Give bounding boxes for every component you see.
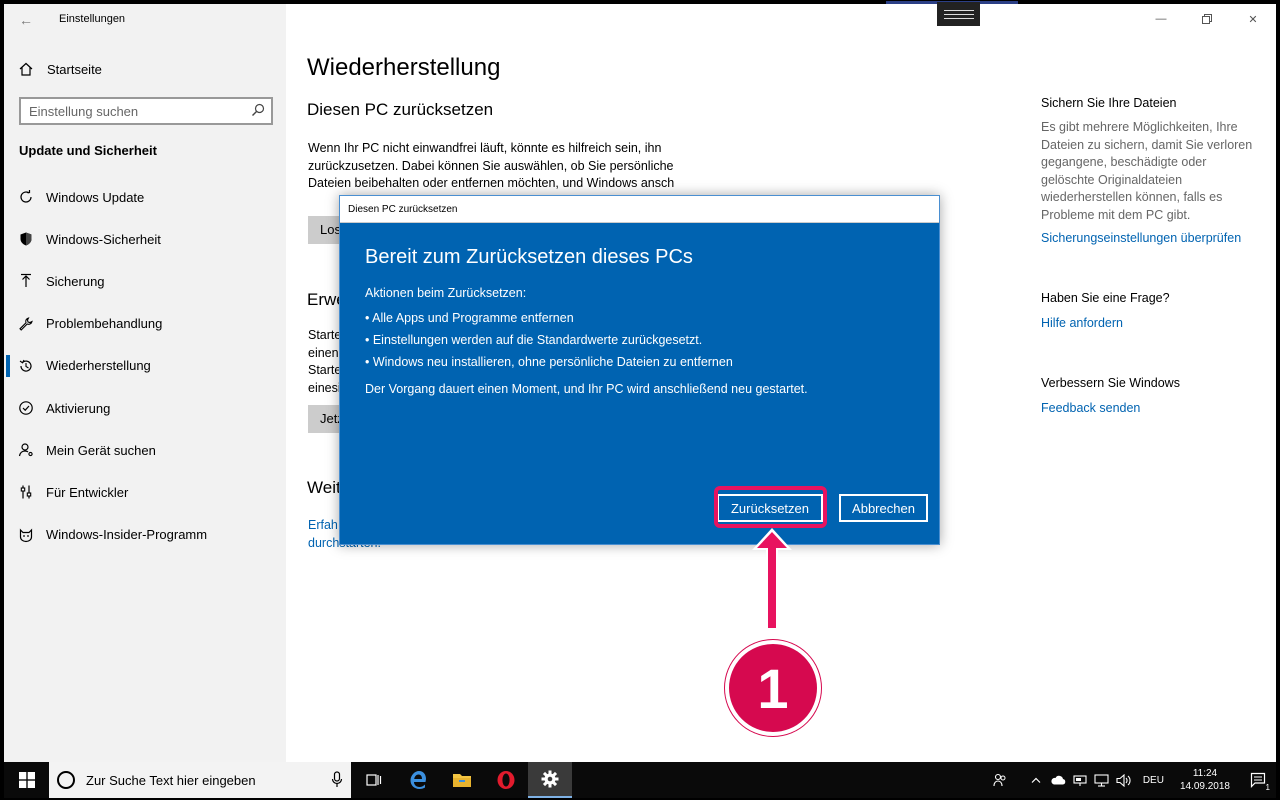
close-icon[interactable]: ✕ xyxy=(1230,4,1276,34)
list-item: • Einstellungen werden auf die Standardw… xyxy=(365,333,703,347)
sidebar-home-label: Startseite xyxy=(47,61,102,77)
sidebar-item-label: Aktivierung xyxy=(46,400,111,416)
cortana-icon xyxy=(57,771,75,789)
volume-icon[interactable] xyxy=(1113,762,1135,798)
sidebar-item-label: Problembehandlung xyxy=(46,316,163,332)
reset-description: Wenn Ihr PC nicht einwandfrei läuft, kön… xyxy=(308,141,675,190)
cancel-button[interactable]: Abbrechen xyxy=(839,494,928,522)
microphone-icon[interactable] xyxy=(331,771,343,794)
list-item: • Alle Apps und Programme entfernen xyxy=(365,311,574,325)
clock-date: 14.09.2018 xyxy=(1179,781,1230,792)
edge-browser-icon[interactable] xyxy=(396,762,440,798)
annotation-highlight xyxy=(714,486,827,528)
sidebar-item-label: Windows-Sicherheit xyxy=(46,231,161,247)
sidebar-item-windows-update[interactable]: Windows Update xyxy=(4,176,286,218)
windows-logo-icon[interactable] xyxy=(4,762,49,798)
sidebar-item-backup[interactable]: Sicherung xyxy=(4,260,286,302)
feedback-link[interactable]: Feedback senden xyxy=(1041,401,1140,415)
sidebar: ← Einstellungen Startseite Update und Si… xyxy=(4,4,286,762)
drag-handle[interactable] xyxy=(937,2,980,26)
language-indicator[interactable]: DEU xyxy=(1143,775,1164,786)
home-icon xyxy=(18,61,34,77)
dialog-actions-list: • Alle Apps und Programme entfernen • Ei… xyxy=(365,307,733,373)
restore-icon[interactable] xyxy=(1184,4,1230,34)
sidebar-item-windows-security[interactable]: Windows-Sicherheit xyxy=(4,218,286,260)
sliders-icon xyxy=(18,484,34,500)
sidebar-item-activation[interactable]: Aktivierung xyxy=(4,387,286,429)
step-number-badge: 1 xyxy=(725,640,821,736)
sidebar-section-title: Update und Sicherheit xyxy=(19,143,157,158)
sidebar-item-label: Mein Gerät suchen xyxy=(46,442,156,458)
sidebar-item-label: Windows Update xyxy=(46,189,145,205)
sidebar-item-label: Für Entwickler xyxy=(46,484,129,500)
dialog-note: Der Vorgang dauert einen Moment, und Ihr… xyxy=(365,382,808,396)
window-controls: — ✕ xyxy=(1138,4,1276,34)
clock[interactable]: 11:24 14.09.2018 xyxy=(1180,767,1230,793)
dialog-title-bar: Diesen PC zurücksetzen xyxy=(340,196,939,223)
sidebar-nav: Windows Update Windows-Sicherheit Sicher… xyxy=(4,176,286,556)
annotation-arrow-icon xyxy=(752,528,792,630)
reset-section-title: Diesen PC zurücksetzen xyxy=(307,100,494,119)
check-circle-icon xyxy=(18,400,34,416)
backup-settings-link[interactable]: Sicherungseinstellungen überprüfen xyxy=(1041,231,1241,245)
taskbar: Zur Suche Text hier eingeben DEU 11:24 1… xyxy=(4,762,1276,798)
title-bar: ← Einstellungen xyxy=(4,4,286,34)
dialog-window-title: Diesen PC zurücksetzen xyxy=(348,204,458,215)
clock-time: 11:24 xyxy=(1192,768,1218,779)
power-plug-icon[interactable] xyxy=(1069,762,1091,798)
cat-face-icon xyxy=(18,527,34,543)
advanced-startup-description: Starte einen Starte einesi xyxy=(308,328,342,395)
search-icon[interactable] xyxy=(251,103,265,122)
sidebar-home[interactable]: Startseite xyxy=(18,58,102,80)
history-icon xyxy=(18,358,34,374)
chevron-up-icon[interactable] xyxy=(1025,762,1047,798)
taskbar-search[interactable]: Zur Suche Text hier eingeben xyxy=(49,762,351,798)
notification-count-badge: 1 xyxy=(1265,783,1270,792)
system-tray: DEU 11:24 14.09.2018 1 xyxy=(989,762,1276,798)
file-explorer-icon[interactable] xyxy=(440,762,484,798)
opera-browser-icon[interactable] xyxy=(484,762,528,798)
action-center-icon[interactable]: 1 xyxy=(1240,762,1276,798)
refresh-icon xyxy=(18,189,34,205)
get-help-link[interactable]: Hilfe anfordern xyxy=(1041,316,1123,330)
task-view-icon[interactable] xyxy=(352,762,396,798)
sidebar-item-insider[interactable]: Windows-Insider-Programm xyxy=(4,514,286,556)
improve-title: Verbessern Sie Windows xyxy=(1041,376,1180,390)
people-icon[interactable] xyxy=(989,762,1011,798)
dialog-heading: Bereit zum Zurücksetzen dieses PCs xyxy=(365,246,693,268)
more-options-title: Weit xyxy=(307,478,341,497)
sidebar-item-label: Windows-Insider-Programm xyxy=(46,527,208,543)
list-item: • Windows neu installieren, ohne persönl… xyxy=(365,355,733,369)
network-icon[interactable] xyxy=(1091,762,1113,798)
reset-dialog: Diesen PC zurücksetzen Bereit zum Zurück… xyxy=(339,195,940,545)
sidebar-item-recovery[interactable]: Wiederherstellung xyxy=(4,345,286,387)
wrench-icon xyxy=(18,316,34,332)
sidebar-item-label: Wiederherstellung xyxy=(46,358,151,374)
onedrive-cloud-icon[interactable] xyxy=(1047,762,1069,798)
app-title: Einstellungen xyxy=(59,13,126,25)
backup-title: Sichern Sie Ihre Dateien xyxy=(1041,96,1177,110)
sidebar-item-label: Sicherung xyxy=(46,273,105,289)
settings-search[interactable] xyxy=(19,97,273,125)
settings-gear-icon[interactable] xyxy=(528,762,572,798)
taskbar-search-placeholder: Zur Suche Text hier eingeben xyxy=(86,772,256,788)
shield-icon xyxy=(18,231,34,247)
person-pin-icon xyxy=(18,442,34,458)
backup-text: Es gibt mehrere Möglichkeiten, Ihre Date… xyxy=(1041,120,1253,222)
sidebar-item-developers[interactable]: Für Entwickler xyxy=(4,471,286,513)
minimize-icon[interactable]: — xyxy=(1138,4,1184,34)
back-arrow-icon[interactable]: ← xyxy=(12,8,40,32)
page-title: Wiederherstellung xyxy=(307,54,501,81)
sidebar-item-find-my-device[interactable]: Mein Gerät suchen xyxy=(4,429,286,471)
question-title: Haben Sie eine Frage? xyxy=(1041,291,1170,305)
upload-arrow-icon xyxy=(18,273,34,289)
sidebar-item-troubleshoot[interactable]: Problembehandlung xyxy=(4,303,286,345)
dialog-actions-label: Aktionen beim Zurücksetzen: xyxy=(365,286,527,300)
settings-search-input[interactable] xyxy=(21,99,241,123)
